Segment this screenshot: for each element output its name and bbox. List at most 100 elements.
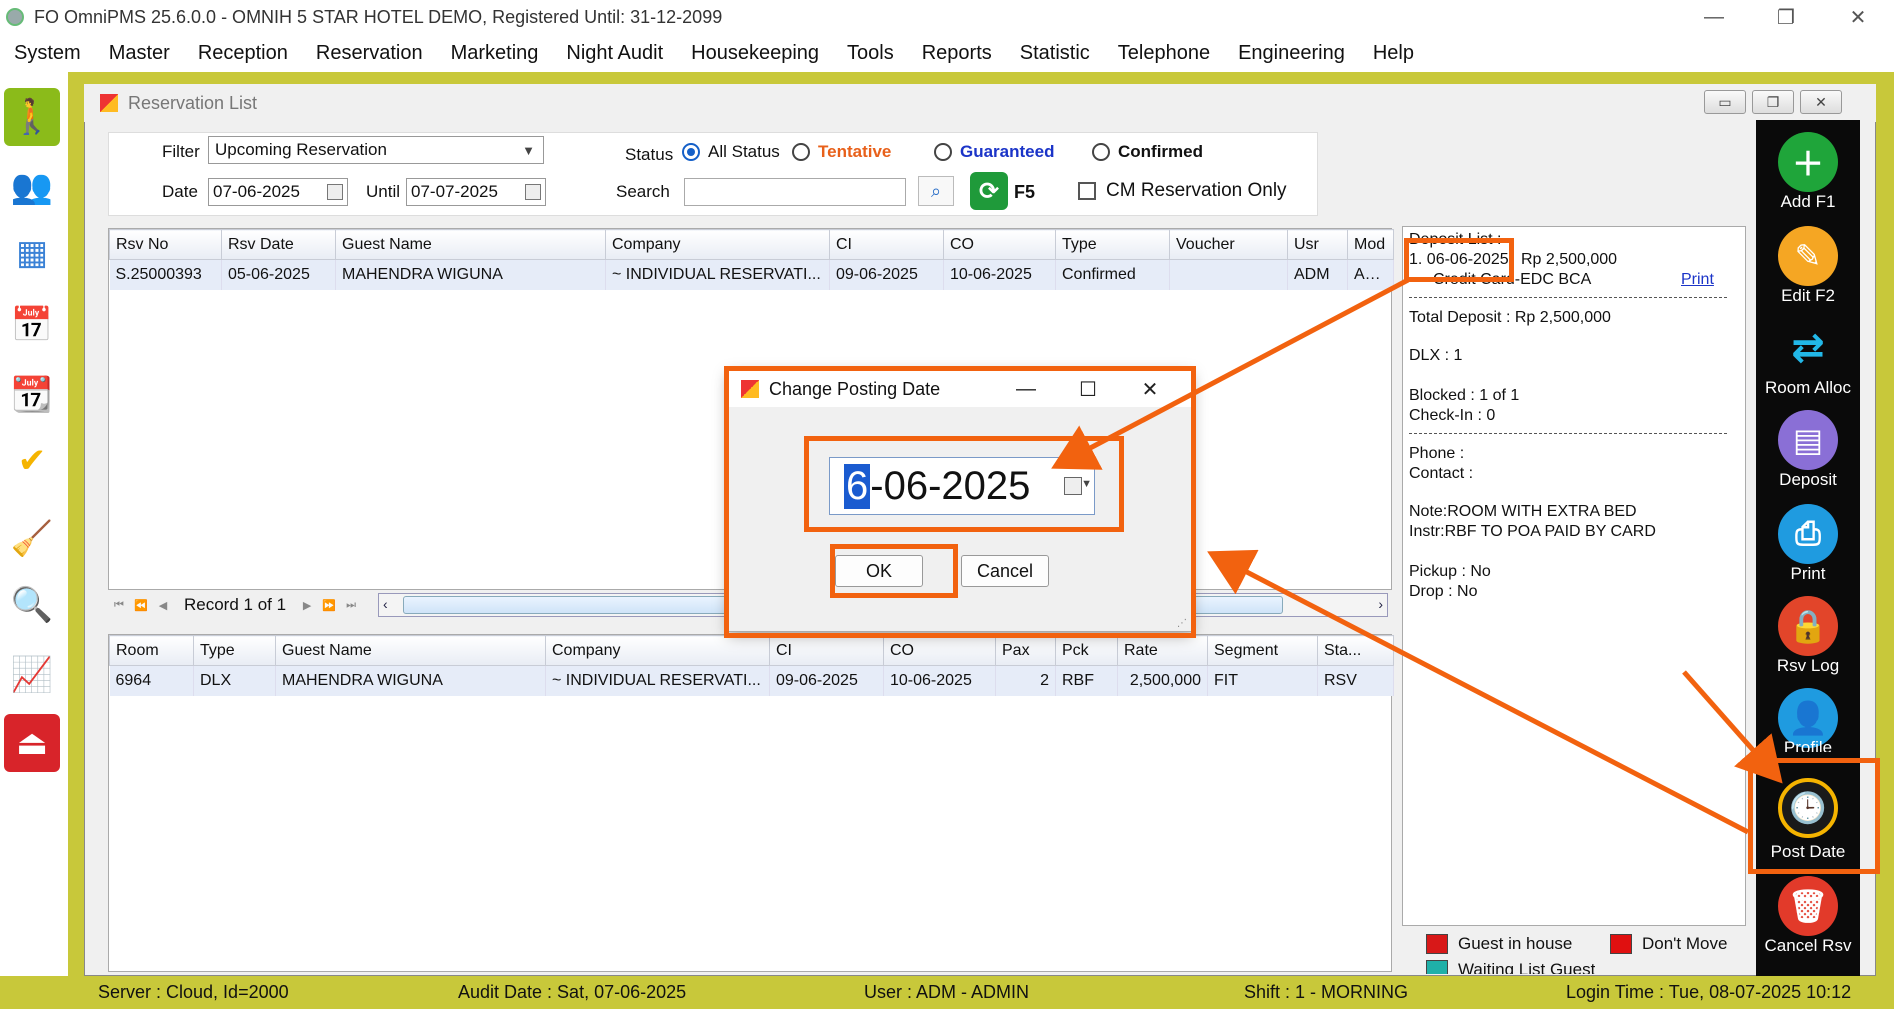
menu-reports[interactable]: Reports (922, 42, 992, 65)
guests-icon[interactable]: 👥 (4, 158, 60, 216)
wallet-icon: ▤ (1778, 410, 1838, 470)
menu-help[interactable]: Help (1373, 42, 1414, 65)
column-header[interactable]: CI (829, 229, 944, 260)
column-header[interactable]: Voucher (1169, 229, 1288, 260)
menu-reservation[interactable]: Reservation (316, 42, 423, 65)
radio-label: Confirmed (1118, 142, 1203, 161)
date-until-input[interactable]: 07-07-2025 (406, 178, 546, 206)
table-row[interactable]: 6964 DLX MAHENDRA WIGUNA ~ INDIVIDUAL RE… (109, 665, 1394, 696)
analysis-icon[interactable]: 🔍 (4, 576, 60, 634)
checkbox-box (1078, 182, 1096, 200)
date-until-value: 07-07-2025 (411, 182, 498, 201)
calendar-icon[interactable]: 📅 (4, 296, 60, 354)
deposit-button-label: Deposit (1779, 470, 1837, 489)
column-header[interactable]: Sta... (1317, 635, 1394, 666)
column-header[interactable]: Company (545, 635, 770, 666)
annotation-ok-highlight (830, 544, 958, 598)
next-page-icon[interactable]: ⏩ (318, 595, 340, 615)
scroll-right-icon[interactable]: › (1378, 596, 1383, 612)
edit-button-label: Edit F2 (1781, 286, 1835, 305)
chevron-down-icon: ▼ (522, 142, 535, 158)
column-header[interactable]: Pax (995, 635, 1056, 666)
calendar-icon[interactable] (327, 184, 343, 200)
rsv-log-button[interactable]: 🔒 Rsv Log (1756, 590, 1860, 682)
close-button[interactable]: ✕ (1822, 0, 1894, 34)
column-header[interactable]: Guest Name (275, 635, 546, 666)
add-button[interactable]: ＋ Add F1 (1756, 126, 1860, 218)
status-radio-tentative[interactable]: Tentative (792, 142, 891, 162)
column-header[interactable]: Type (1055, 229, 1170, 260)
legend-label: Guest in house (1458, 934, 1573, 953)
blocked-count: Blocked : 1 of 1 (1409, 387, 1520, 404)
exit-icon[interactable]: ⏏ (4, 714, 60, 772)
column-header[interactable]: Rate (1117, 635, 1208, 666)
search-icon[interactable]: ⌕ (918, 176, 954, 206)
child-close-button[interactable]: ✕ (1800, 90, 1842, 114)
prev-page-icon[interactable]: ⏪ (130, 595, 152, 615)
menu-telephone[interactable]: Telephone (1118, 42, 1210, 65)
menu-housekeeping[interactable]: Housekeeping (691, 42, 819, 65)
status-radio-all[interactable]: All Status (682, 142, 780, 162)
cancel-rsv-button[interactable]: 🗑 Cancel Rsv (1756, 870, 1860, 962)
record-label: Record 1 of 1 (184, 595, 287, 614)
filter-label: Filter (162, 142, 200, 161)
column-header[interactable]: Mod (1347, 229, 1394, 260)
column-header[interactable]: Segment (1207, 635, 1318, 666)
scroll-left-icon[interactable]: ‹ (383, 596, 388, 612)
column-header[interactable]: Type (193, 635, 276, 666)
menu-reception[interactable]: Reception (198, 42, 288, 65)
column-header[interactable]: CI (769, 635, 884, 666)
column-header[interactable]: Rsv Date (221, 229, 336, 260)
column-header[interactable]: Usr (1287, 229, 1348, 260)
menu-master[interactable]: Master (109, 42, 170, 65)
floor-plan-icon[interactable]: ▦ (4, 224, 60, 282)
date-from-input[interactable]: 07-06-2025 (208, 178, 348, 206)
menu-statistic[interactable]: Statistic (1020, 42, 1090, 65)
divider (1409, 433, 1727, 434)
status-radio-confirmed[interactable]: Confirmed (1092, 142, 1203, 162)
drop-text: Drop : No (1409, 583, 1478, 600)
refresh-icon[interactable]: ⟳ (970, 172, 1008, 210)
edit-button[interactable]: ✎ Edit F2 (1756, 220, 1860, 312)
print-link[interactable]: Print (1681, 271, 1714, 289)
first-record-icon[interactable]: ⏮ (108, 595, 130, 615)
column-header[interactable]: Pck (1055, 635, 1118, 666)
column-header[interactable]: CO (883, 635, 996, 666)
walk-in-icon[interactable]: 🚶 (4, 88, 60, 146)
print-button[interactable]: ⎙ Print (1756, 498, 1860, 590)
column-header[interactable]: CO (943, 229, 1056, 260)
cm-reservation-only-checkbox[interactable]: CM Reservation Only (1078, 180, 1287, 202)
status-radio-guaranteed[interactable]: Guaranteed (934, 142, 1054, 162)
profile-button[interactable]: 👤 Profile (1756, 682, 1860, 752)
menu-engineering[interactable]: Engineering (1238, 42, 1345, 65)
search-input[interactable] (684, 178, 906, 206)
room-alloc-button[interactable]: ⇄ Room Alloc (1756, 312, 1860, 404)
cell-voucher (1169, 259, 1288, 290)
column-header[interactable]: Rsv No (109, 229, 222, 260)
minimize-button[interactable]: — (1678, 0, 1750, 34)
table-row[interactable]: S.25000393 05-06-2025 MAHENDRA WIGUNA ~ … (109, 259, 1394, 290)
prev-record-icon[interactable]: ◀ (152, 595, 174, 615)
statistics-icon[interactable]: 📈 (4, 646, 60, 704)
menu-night-audit[interactable]: Night Audit (566, 42, 663, 65)
availability-icon[interactable]: ✔ (4, 432, 60, 490)
menu-system[interactable]: System (14, 42, 81, 65)
maximize-button[interactable]: ❐ (1750, 0, 1822, 34)
calendar-icon[interactable] (525, 184, 541, 200)
child-restore-button[interactable]: ❐ (1752, 90, 1794, 114)
column-header[interactable]: Company (605, 229, 830, 260)
menu-tools[interactable]: Tools (847, 42, 894, 65)
next-record-icon[interactable]: ▶ (296, 595, 318, 615)
radio-dot (1092, 143, 1110, 161)
child-window-title: Reservation List (128, 92, 258, 113)
year-calendar-icon[interactable]: 📆 (4, 366, 60, 424)
last-record-icon[interactable]: ⏭ (340, 595, 362, 615)
column-header[interactable]: Room (109, 635, 194, 666)
status-bar: Server : Cloud, Id=2000 Audit Date : Sat… (0, 976, 1894, 1009)
deposit-button[interactable]: ▤ Deposit (1756, 404, 1860, 496)
housekeeping-icon[interactable]: 🧹 (4, 510, 60, 568)
menu-marketing[interactable]: Marketing (451, 42, 539, 65)
column-header[interactable]: Guest Name (335, 229, 606, 260)
filter-select[interactable]: Upcoming Reservation ▼ (208, 136, 544, 164)
child-minimize-button[interactable]: ▭ (1704, 90, 1746, 114)
